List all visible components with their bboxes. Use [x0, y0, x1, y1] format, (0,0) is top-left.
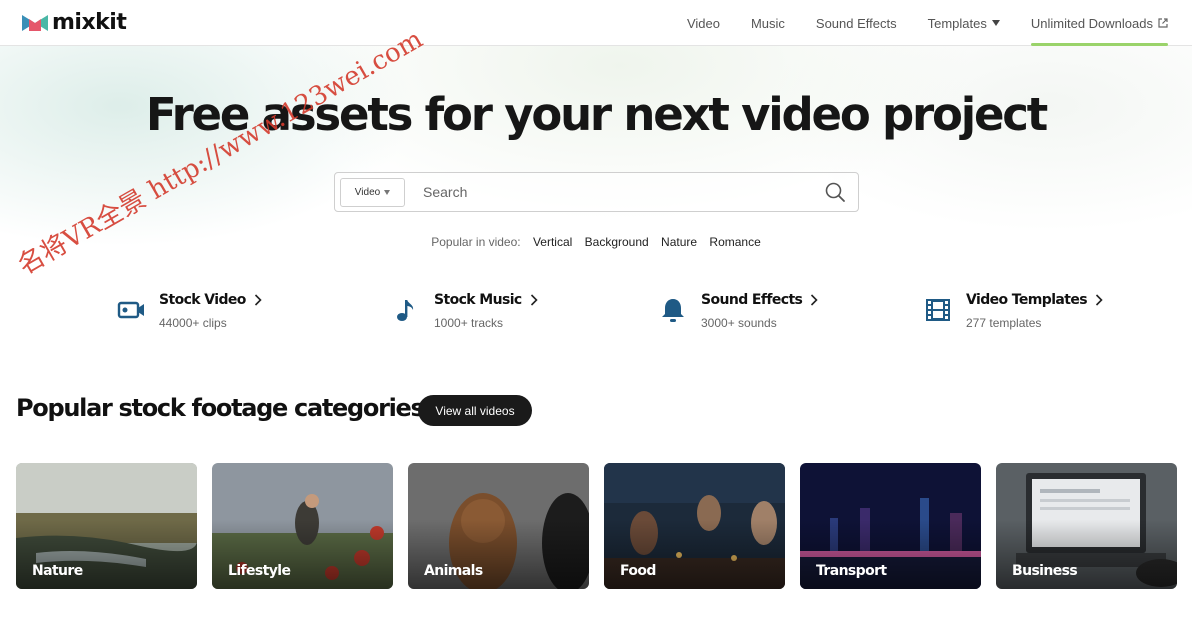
bell-icon: [662, 299, 684, 322]
nav-sound-effects[interactable]: Sound Effects: [816, 0, 897, 46]
category-label: Business: [1012, 563, 1078, 579]
brand-logo[interactable]: mixkit: [22, 10, 127, 35]
view-all-videos-button[interactable]: View all videos: [418, 395, 532, 426]
category-label: Animals: [424, 563, 483, 579]
asset-stock-video[interactable]: Stock Video 44000+ clips: [117, 290, 262, 330]
categories-title: Popular stock footage categories: [16, 394, 425, 422]
chevron-right-icon: [530, 294, 538, 306]
category-label: Transport: [816, 563, 887, 579]
asset-subtitle: 1000+ tracks: [434, 316, 504, 330]
hero-headline: Free assets for your next video project: [145, 88, 1048, 141]
asset-video-templates[interactable]: Video Templates 277 templates: [924, 290, 1103, 330]
popular-tag-romance[interactable]: Romance: [709, 235, 760, 249]
category-card-food[interactable]: Food: [604, 463, 785, 589]
asset-subtitle: 3000+ sounds: [701, 316, 777, 330]
top-nav: mixkit Video Music Sound Effects Templat…: [0, 0, 1192, 46]
caret-down-icon: [384, 189, 391, 195]
popular-tag-nature[interactable]: Nature: [661, 235, 697, 249]
category-label: Nature: [32, 563, 83, 579]
nav-unlimited-downloads[interactable]: Unlimited Downloads: [1030, 0, 1169, 46]
asset-title: Sound Effects: [701, 292, 803, 308]
category-card-nature[interactable]: Nature: [16, 463, 197, 589]
nav-music-label: Music: [750, 15, 785, 31]
search-icon[interactable]: [824, 181, 846, 203]
brand-name: mixkit: [52, 10, 127, 35]
nav-video-label: Video: [686, 15, 720, 31]
nav-sound-effects-label: Sound Effects: [815, 15, 897, 31]
popular-tag-background[interactable]: Background: [585, 235, 649, 249]
search-type-select[interactable]: Video: [340, 177, 405, 207]
nav-links: Video Music Sound Effects Templates Unli…: [687, 0, 1169, 46]
nav-video[interactable]: Video: [687, 0, 720, 46]
nav-templates-label: Templates: [927, 15, 987, 31]
category-label: Food: [620, 563, 656, 579]
external-link-icon: [1158, 18, 1168, 28]
logo-mark-icon: [22, 14, 48, 31]
nav-unlimited-downloads-label: Unlimited Downloads: [1030, 15, 1153, 31]
search-bar: Video: [334, 172, 859, 212]
category-card-transport[interactable]: Transport: [800, 463, 981, 589]
chevron-right-icon: [1095, 294, 1103, 306]
category-card-business[interactable]: Business: [996, 463, 1177, 589]
nav-music[interactable]: Music: [751, 0, 785, 46]
chevron-right-icon: [254, 294, 262, 306]
category-card-lifestyle[interactable]: Lifestyle: [212, 463, 393, 589]
music-note-icon: [397, 300, 414, 321]
popular-tags: Popular in video: Vertical Background Na…: [0, 235, 1192, 249]
search-input[interactable]: [405, 173, 824, 211]
caret-down-icon: [991, 20, 1000, 26]
chevron-right-icon: [811, 294, 818, 306]
asset-title: Stock Music: [434, 292, 522, 308]
popular-label: Popular in video:: [431, 235, 521, 249]
category-label: Lifestyle: [228, 563, 291, 579]
asset-stock-music[interactable]: Stock Music 1000+ tracks: [392, 290, 538, 330]
search-type-label: Video: [354, 186, 381, 198]
popular-tag-vertical[interactable]: Vertical: [533, 235, 572, 249]
category-card-animals[interactable]: Animals: [408, 463, 589, 589]
nav-templates[interactable]: Templates: [928, 0, 1000, 46]
asset-title: Stock Video: [159, 292, 246, 308]
asset-title: Video Templates: [966, 292, 1088, 308]
asset-subtitle: 44000+ clips: [159, 316, 227, 330]
asset-subtitle: 277 templates: [966, 316, 1042, 330]
video-camera-icon: [117, 301, 144, 319]
film-strip-icon: [926, 299, 950, 321]
asset-sound-effects[interactable]: Sound Effects 3000+ sounds: [659, 290, 818, 330]
